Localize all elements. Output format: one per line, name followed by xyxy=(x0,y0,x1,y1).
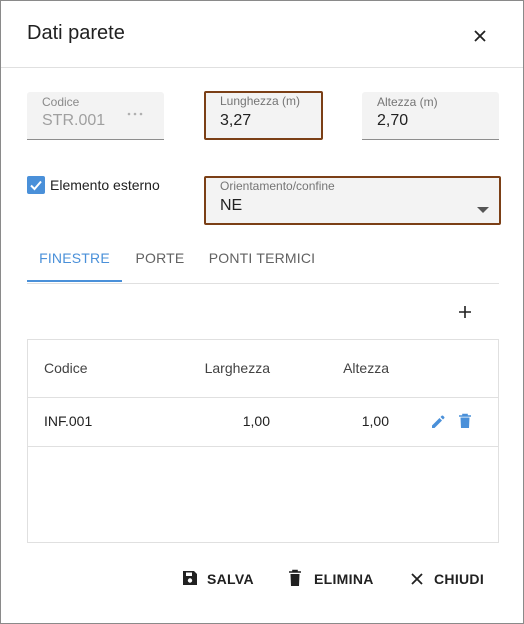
orientamento-select[interactable]: Orientamento/confine NE xyxy=(204,176,501,225)
tab-porte[interactable]: PORTE xyxy=(126,237,194,282)
lunghezza-field[interactable]: Lunghezza (m) 3,27 xyxy=(204,91,323,140)
tab-finestre[interactable]: FINESTRE xyxy=(27,237,122,282)
tab-ponti-termici[interactable]: PONTI TERMICI xyxy=(207,237,317,282)
add-icon[interactable] xyxy=(455,302,475,322)
row-altezza: 1,00 xyxy=(361,413,389,429)
codice-field: Codice STR.001 xyxy=(27,92,164,140)
lunghezza-label: Lunghezza (m) xyxy=(220,94,301,108)
dialog-header: Dati parete xyxy=(1,1,523,68)
tab-bar: FINESTRE PORTE PONTI TERMICI xyxy=(27,237,499,284)
lunghezza-value[interactable]: 3,27 xyxy=(220,112,251,130)
dialog-title: Dati parete xyxy=(27,22,125,44)
orientamento-label: Orientamento/confine xyxy=(220,179,335,193)
finestre-table: Codice Larghezza Altezza INF.001 1,00 1,… xyxy=(27,339,499,543)
codice-label: Codice xyxy=(42,95,80,109)
row-codice: INF.001 xyxy=(44,413,93,429)
column-header-altezza: Altezza xyxy=(343,360,389,376)
delete-button[interactable]: ELIMINA xyxy=(288,569,376,589)
check-icon xyxy=(30,180,42,191)
elemento-esterno-label: Elemento esterno xyxy=(50,177,160,193)
altezza-label: Altezza (m) xyxy=(377,95,438,109)
delete-label: ELIMINA xyxy=(314,571,374,587)
save-button[interactable]: SALVA xyxy=(181,569,255,589)
table-row[interactable]: INF.001 1,00 1,00 xyxy=(28,397,498,447)
trash-icon[interactable] xyxy=(458,413,472,434)
row-larghezza: 1,00 xyxy=(242,413,270,429)
trash-icon xyxy=(288,569,302,590)
altezza-field[interactable]: Altezza (m) 2,70 xyxy=(362,92,499,140)
edit-icon[interactable] xyxy=(430,414,446,435)
column-header-codice: Codice xyxy=(44,360,88,376)
save-icon xyxy=(181,569,199,590)
orientamento-value[interactable]: NE xyxy=(220,197,242,215)
table-header: Codice Larghezza Altezza xyxy=(28,340,498,398)
close-label: CHIUDI xyxy=(434,571,485,587)
wall-data-dialog: Dati parete Codice STR.001 Lunghezza (m)… xyxy=(0,0,524,624)
save-label: SALVA xyxy=(207,571,254,587)
codice-value: STR.001 xyxy=(42,112,106,129)
column-header-larghezza: Larghezza xyxy=(204,360,270,376)
close-icon[interactable] xyxy=(469,25,491,47)
elemento-esterno-checkbox[interactable] xyxy=(27,176,45,194)
close-button[interactable]: CHIUDI xyxy=(409,569,489,589)
close-icon xyxy=(409,571,425,590)
more-icon[interactable] xyxy=(127,104,143,122)
chevron-down-icon[interactable] xyxy=(477,200,489,218)
altezza-value[interactable]: 2,70 xyxy=(377,112,408,130)
